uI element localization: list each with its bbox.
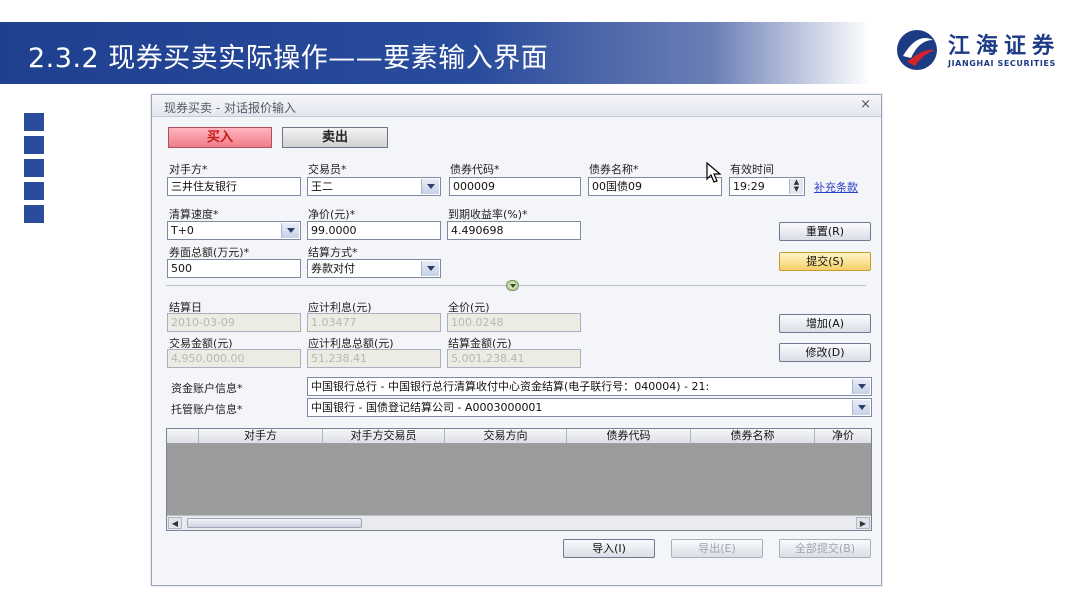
scroll-right-icon[interactable]: ▶ [856,517,870,529]
horizontal-scrollbar[interactable]: ◀ ▶ [167,515,871,530]
custody-account-select[interactable]: 中国银行 - 国债登记结算公司 - A0003000001 [307,398,872,417]
spinner-arrows-icon[interactable]: ▲ ▼ [789,179,803,194]
quote-grid[interactable]: 对手方 对手方交易员 交易方向 债券代码 债券名称 净价 ◀ ▶ [166,428,872,531]
quote-input-dialog: 现券买卖 - 对话报价输入 × 买入 卖出 对手方* 三井住友银行 交易员* 王… [151,94,882,586]
decorative-squares [24,113,44,228]
settle-speed-select[interactable]: T+0 [167,221,301,240]
valid-time-spinner[interactable]: 19:29 ▲ ▼ [729,177,805,196]
settle-speed-value: T+0 [171,224,194,237]
trader-value: 王二 [311,180,333,193]
full-price-field: 100.0248 [447,313,581,332]
bond-name-label: 债券名称* [589,163,639,176]
bond-code-field[interactable]: 000009 [449,177,581,196]
slide: 2.3.2 现券买卖实际操作——要素输入界面 江海证券 JIANGHAI SEC… [0,0,1080,608]
accrued-interest-field: 1.03477 [307,313,441,332]
net-price-field[interactable]: 99.0000 [307,221,441,240]
settle-speed-label: 清算速度* [169,208,219,221]
counterparty-field[interactable]: 三井住友银行 [167,177,301,196]
submit-all-button[interactable]: 全部提交(B) [779,539,871,558]
column-header[interactable]: 债券代码 [567,429,691,444]
square-decoration [24,205,44,223]
chevron-down-icon[interactable] [421,261,439,276]
face-amount-field[interactable]: 500 [167,259,301,278]
accrued-total-field: 51,238.41 [307,349,441,368]
settle-method-value: 券款对付 [311,262,355,275]
trader-select[interactable]: 王二 [307,177,441,196]
slide-title: 2.3.2 现券买卖实际操作——要素输入界面 [28,43,549,74]
custody-account-value: 中国银行 - 国债登记结算公司 - A0003000001 [311,401,543,414]
trade-amount-field: 4,950,000.00 [167,349,301,368]
fund-account-value: 中国银行总行 - 中国银行总行清算收付中心资金结算(电子联行号：040004) … [311,380,710,393]
reset-button[interactable]: 重置(R) [779,222,871,241]
scrollbar-thumb[interactable] [187,518,362,528]
bond-name-field[interactable]: 00国债09 [588,177,722,196]
column-header[interactable]: 对手方 [199,429,323,444]
collapse-toggle-icon[interactable] [506,280,519,291]
grid-header: 对手方 对手方交易员 交易方向 债券代码 债券名称 净价 [167,429,871,444]
modify-button[interactable]: 修改(D) [779,343,871,362]
custody-account-label: 托管账户信息* [171,403,243,416]
column-header[interactable]: 净价 [815,429,871,444]
dialog-title: 现券买卖 - 对话报价输入 [164,101,296,115]
chevron-down-icon[interactable] [852,400,870,415]
grid-row-header-corner [167,429,199,444]
ytm-label: 到期收益率(%)* [448,208,528,221]
chevron-down-icon[interactable] [852,379,870,394]
settle-date-field: 2010-03-09 [167,313,301,332]
valid-time-label: 有效时间 [730,163,774,176]
submit-button[interactable]: 提交(S) [779,252,871,271]
counterparty-label: 对手方* [169,163,208,176]
logo-mark-icon [897,30,937,70]
trader-label: 交易员* [308,163,347,176]
bond-code-label: 债券代码* [450,163,500,176]
settle-method-label: 结算方式* [308,246,358,259]
settle-method-select[interactable]: 券款对付 [307,259,441,278]
export-button[interactable]: 导出(E) [671,539,763,558]
square-decoration [24,136,44,154]
chevron-down-icon[interactable] [281,223,299,238]
column-header[interactable]: 交易方向 [445,429,567,444]
face-amount-label: 券面总额(万元)* [169,246,250,259]
add-button[interactable]: 增加(A) [779,314,871,333]
valid-time-value: 19:29 [733,180,765,193]
fund-account-label: 资金账户信息* [171,382,243,395]
company-logo: 江海证券 JIANGHAI SECURITIES [893,26,1068,76]
chevron-down-icon[interactable] [421,179,439,194]
square-decoration [24,113,44,131]
supplement-terms-link[interactable]: 补充条款 [814,179,858,195]
logo-text-en: JIANGHAI SECURITIES [948,59,1056,68]
square-decoration [24,182,44,200]
net-price-label: 净价(元)* [308,208,356,221]
fund-account-select[interactable]: 中国银行总行 - 中国银行总行清算收付中心资金结算(电子联行号：040004) … [307,377,872,396]
close-icon[interactable]: × [860,97,871,112]
dialog-titlebar: 现券买卖 - 对话报价输入 × [152,95,881,117]
import-button[interactable]: 导入(I) [563,539,655,558]
scroll-left-icon[interactable]: ◀ [168,517,182,529]
ytm-field[interactable]: 4.490698 [447,221,581,240]
logo-text-cn: 江海证券 [948,34,1061,59]
buy-button[interactable]: 买入 [168,127,272,148]
square-decoration [24,159,44,177]
mouse-pointer-icon [706,162,722,183]
column-header[interactable]: 债券名称 [691,429,815,444]
column-header[interactable]: 对手方交易员 [323,429,445,444]
settle-amount-field: 5,001,238.41 [447,349,581,368]
sell-button[interactable]: 卖出 [282,127,388,148]
